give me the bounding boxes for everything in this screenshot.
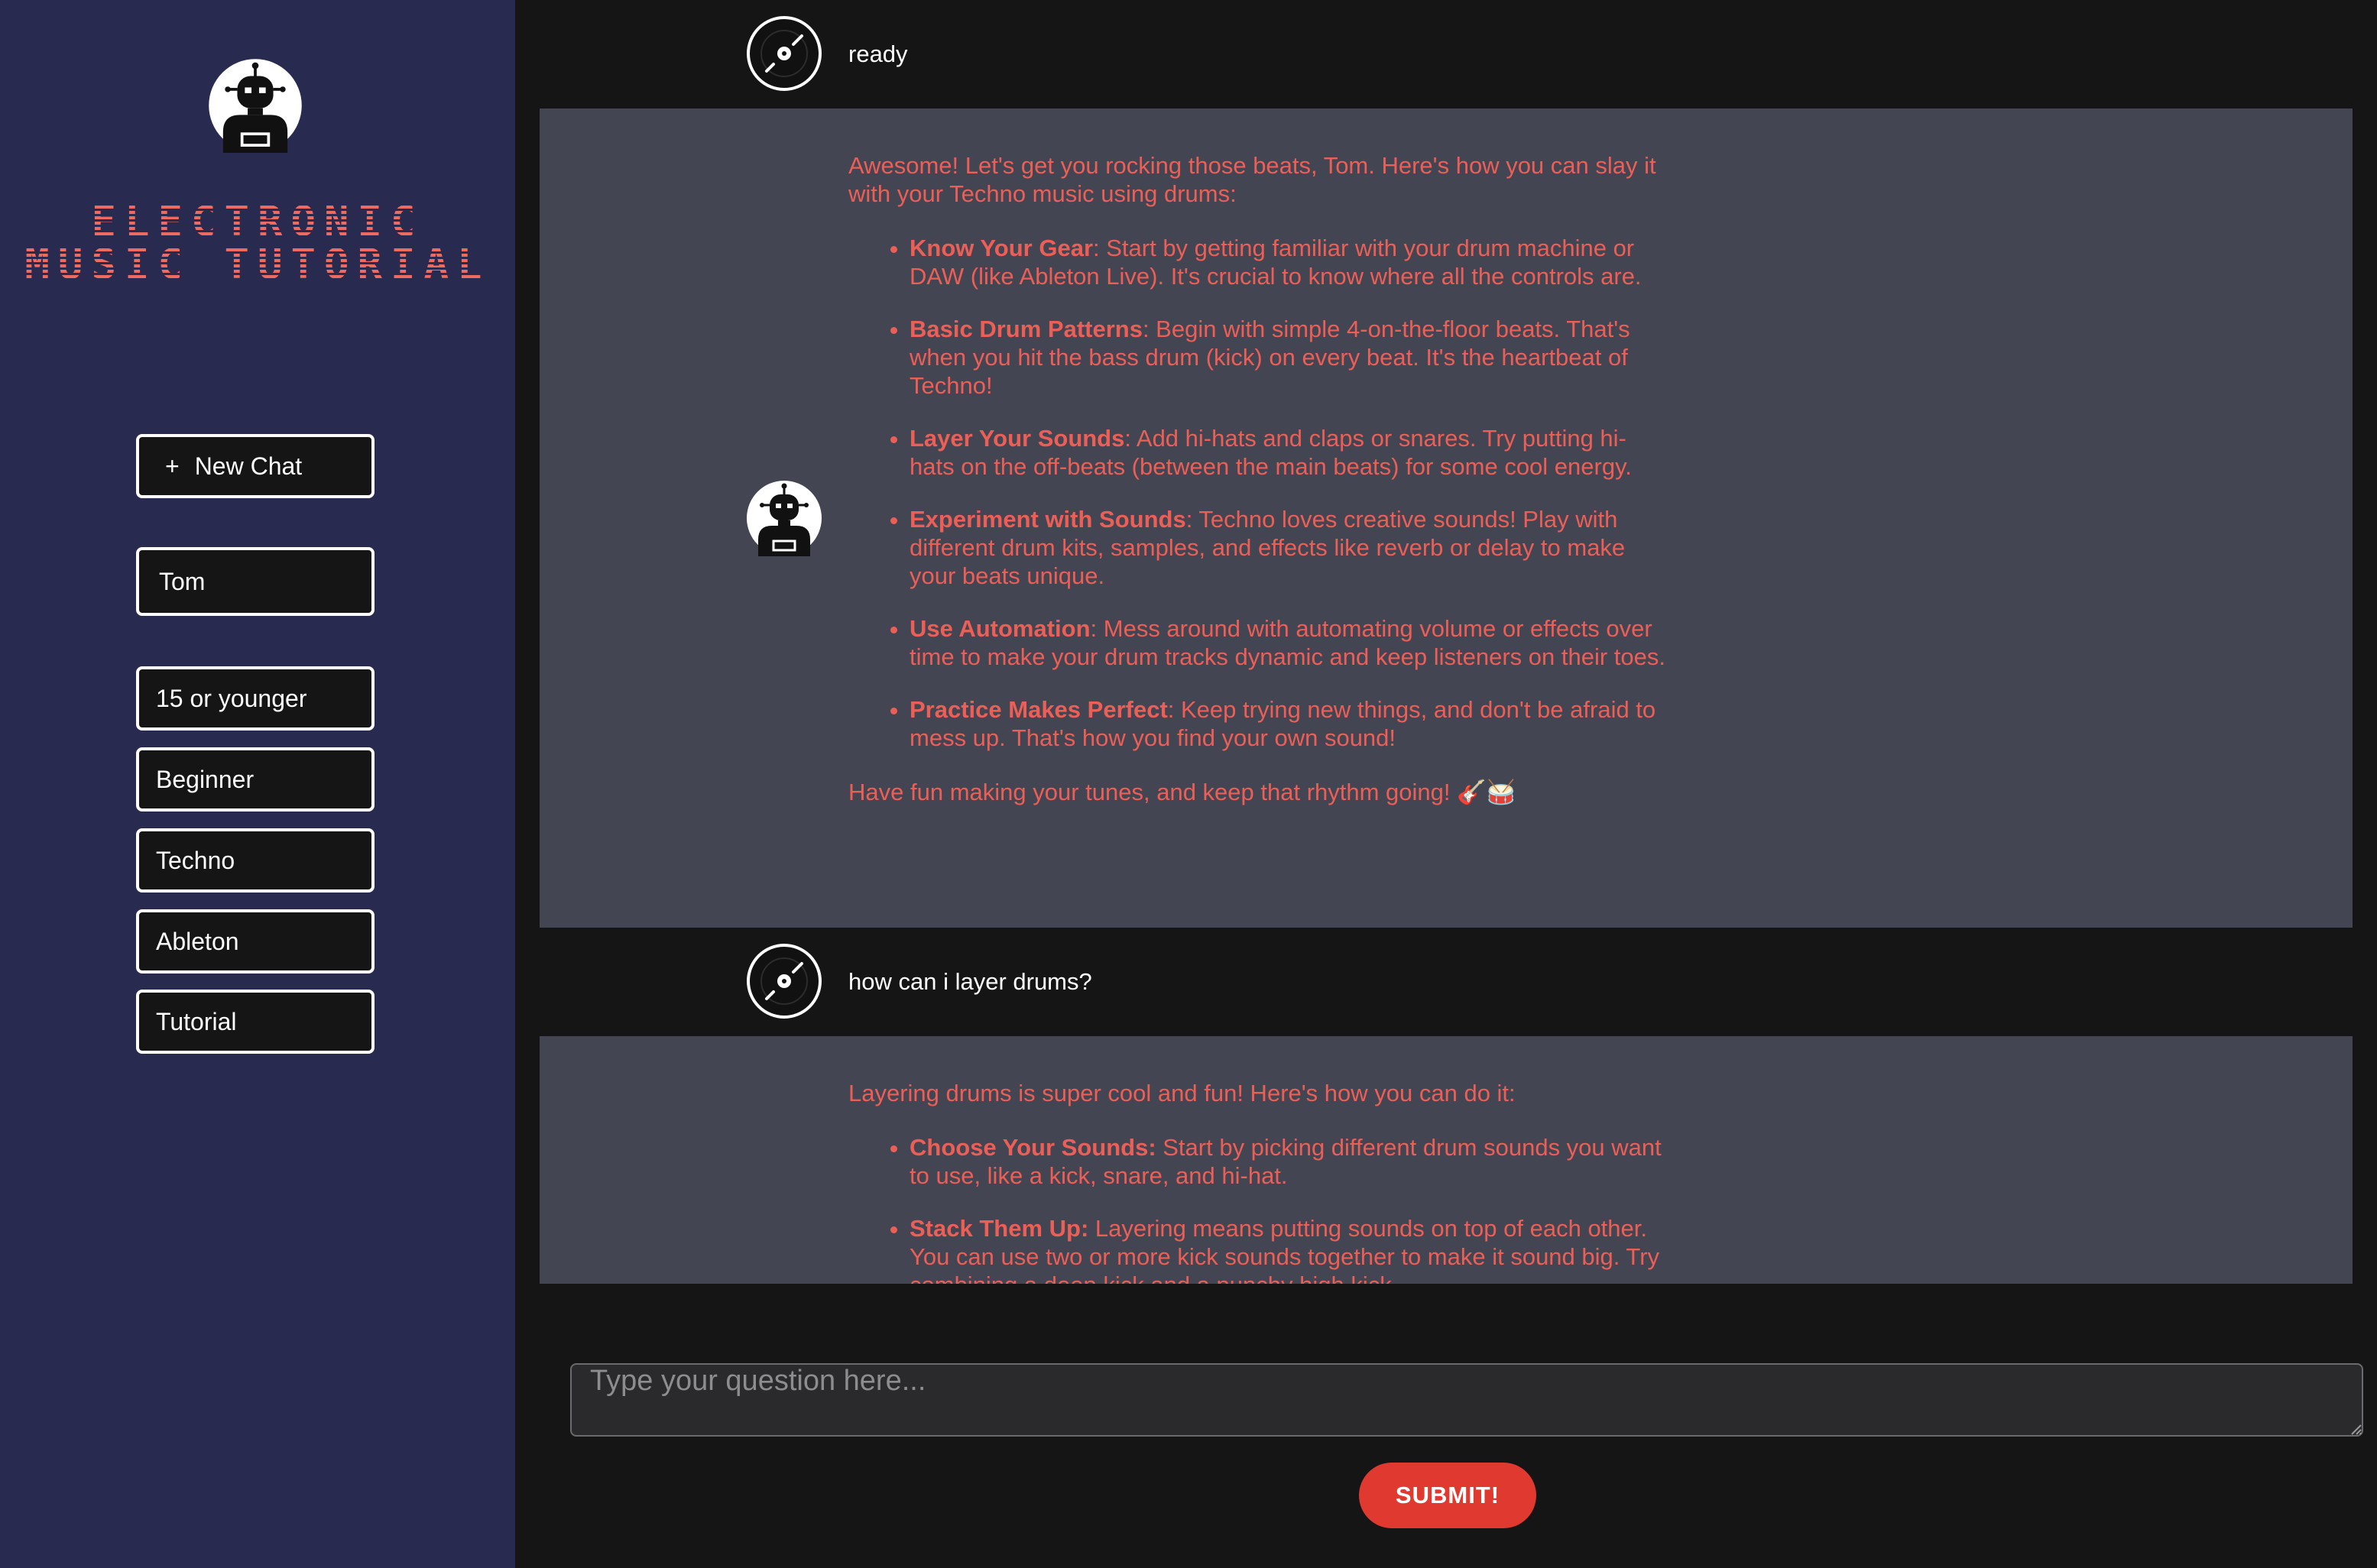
question-input[interactable] (570, 1363, 2363, 1437)
genre-value: Techno (156, 846, 235, 874)
bot-message-intro: Layering drums is super cool and fun! He… (848, 1080, 1516, 1106)
list-item-title: Choose Your Sounds: (910, 1134, 1156, 1161)
plus-icon: + (165, 452, 180, 480)
bot-message: Layering drums is super cool and fun! He… (540, 1036, 2353, 1284)
mode-select[interactable]: Tutorial (136, 990, 375, 1054)
bot-message-intro: Awesome! Let's get you rocking those bea… (848, 152, 1656, 207)
bot-message-body: Awesome! Let's get you rocking those bea… (848, 109, 1666, 806)
list-item: Practice Makes Perfect: Keep trying new … (910, 695, 1666, 752)
list-item: Know Your Gear: Start by getting familia… (910, 234, 1666, 290)
resize-handle-icon[interactable] (2349, 1423, 2362, 1435)
list-item: Stack Them Up: Layering means putting so… (910, 1214, 1666, 1284)
tips-list: Choose Your Sounds: Start by picking dif… (848, 1133, 1666, 1284)
new-chat-button[interactable]: + New Chat (136, 434, 375, 498)
robot-icon (208, 58, 303, 153)
list-item-title: Practice Makes Perfect (910, 696, 1168, 723)
vinyl-record-icon (746, 15, 822, 92)
software-select[interactable]: Ableton (136, 909, 375, 974)
submit-button[interactable]: SUBMIT! (1359, 1463, 1536, 1528)
user-message: ready (540, 0, 2353, 109)
list-item-title: Basic Drum Patterns (910, 316, 1143, 342)
name-field[interactable]: Tom (136, 547, 375, 616)
name-value: Tom (159, 567, 206, 595)
list-item-title: Layer Your Sounds (910, 425, 1125, 452)
main-panel: ready Awesome! Let's get you rocking tho… (515, 0, 2377, 1568)
user-message-text: how can i layer drums? (848, 968, 1092, 995)
list-item: Use Automation: Mess around with automat… (910, 614, 1666, 671)
age-value: 15 or younger (156, 684, 307, 712)
list-item: Basic Drum Patterns: Begin with simple 4… (910, 315, 1666, 400)
robot-icon (746, 480, 822, 556)
mode-value: Tutorial (156, 1007, 237, 1035)
chat-log[interactable]: ready Awesome! Let's get you rocking tho… (540, 0, 2377, 1284)
list-item: Experiment with Sounds: Techno loves cre… (910, 505, 1666, 590)
genre-select[interactable]: Techno (136, 828, 375, 893)
new-chat-label: New Chat (194, 452, 303, 480)
level-value: Beginner (156, 765, 255, 793)
bot-message-outro: Have fun making your tunes, and keep tha… (848, 779, 1516, 805)
tips-list: Know Your Gear: Start by getting familia… (848, 234, 1666, 752)
bot-message-body: Layering drums is super cool and fun! He… (848, 1036, 1666, 1284)
bot-message: Awesome! Let's get you rocking those bea… (540, 109, 2353, 928)
list-item-title: Experiment with Sounds (910, 506, 1186, 533)
app-title: Electronic Music Tutorial (0, 200, 515, 286)
app: Electronic Music Tutorial + New Chat Tom… (0, 0, 2377, 1568)
user-message: how can i layer drums? (540, 928, 2353, 1036)
age-select[interactable]: 15 or younger (136, 666, 375, 731)
list-item-title: Use Automation (910, 615, 1091, 642)
software-value: Ableton (156, 927, 239, 955)
list-item-title: Know Your Gear (910, 235, 1094, 261)
user-message-text: ready (848, 40, 908, 67)
list-item: Choose Your Sounds: Start by picking dif… (910, 1133, 1666, 1190)
list-item: Layer Your Sounds: Add hi-hats and claps… (910, 424, 1666, 481)
sidebar: Electronic Music Tutorial + New Chat Tom… (0, 0, 515, 1568)
level-select[interactable]: Beginner (136, 747, 375, 812)
vinyl-record-icon (746, 943, 822, 1019)
list-item-title: Stack Them Up: (910, 1215, 1089, 1242)
